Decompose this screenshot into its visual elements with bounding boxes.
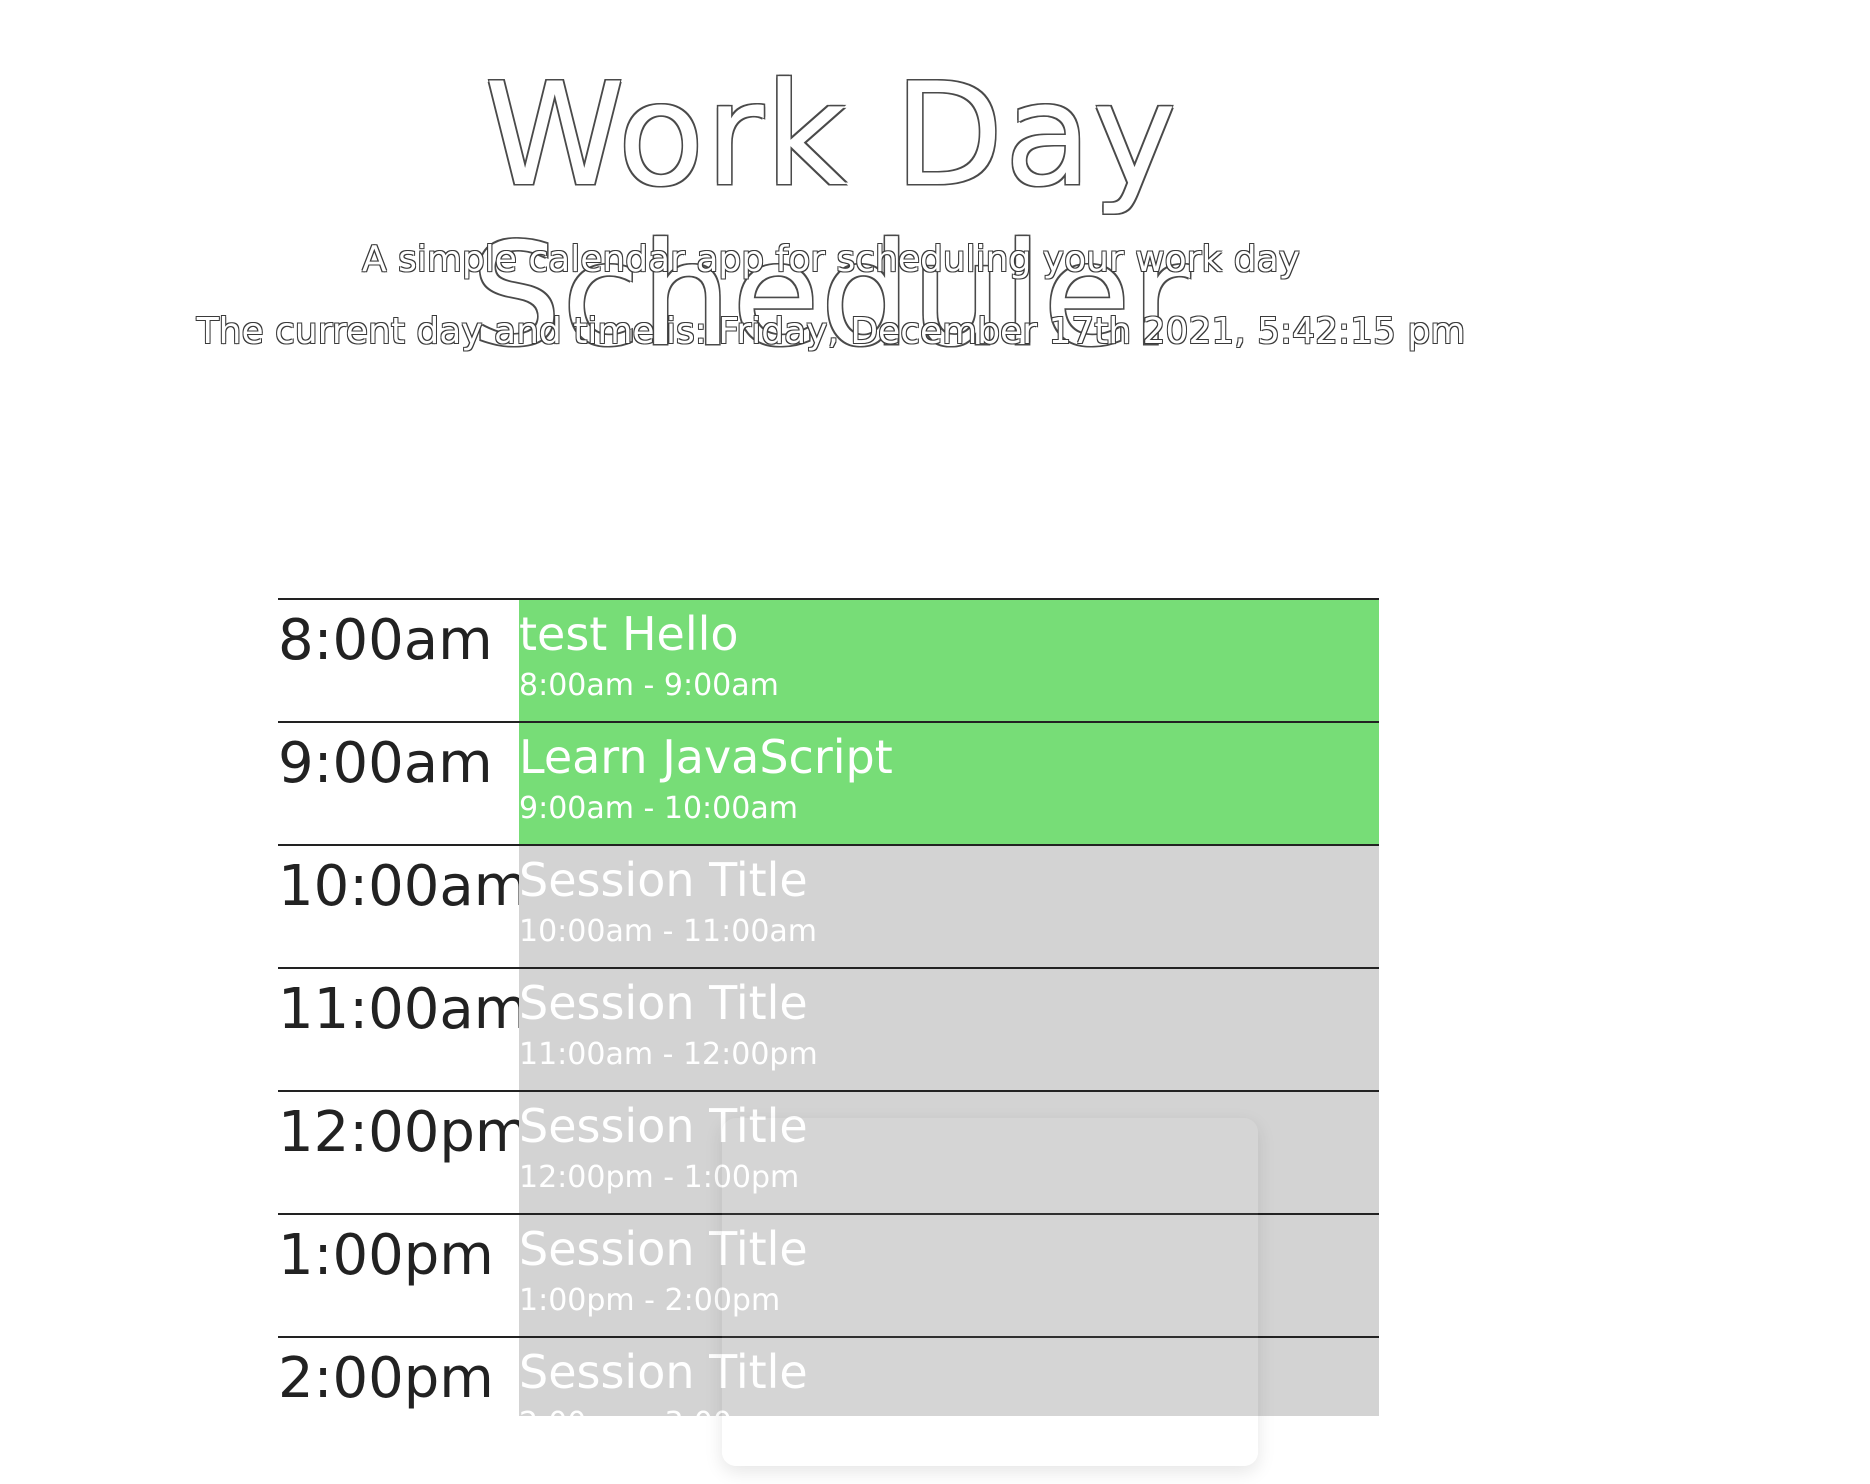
session-time-range: 9:00am - 10:00am [519, 791, 798, 826]
time-block-row: 11:00am Session Title 11:00am - 12:00pm [278, 967, 1379, 1090]
hour-label: 2:00pm [278, 1346, 494, 1411]
overlay-card-footer [722, 1416, 1258, 1466]
hour-label: 11:00am [278, 977, 529, 1042]
time-block-row: 9:00am Learn JavaScript 9:00am - 10:00am [278, 721, 1379, 844]
session-title[interactable]: Session Title [519, 850, 1379, 910]
session-slot[interactable]: Learn JavaScript 9:00am - 10:00am [519, 723, 1379, 844]
hour-label: 12:00pm [278, 1100, 530, 1165]
session-time-range: 8:00am - 9:00am [519, 668, 779, 703]
hour-label: 10:00am [278, 854, 529, 919]
hour-label: 1:00pm [278, 1223, 494, 1288]
session-title[interactable]: Session Title [519, 973, 1379, 1033]
hour-label: 8:00am [278, 608, 493, 673]
time-block-row: 10:00am Session Title 10:00am - 11:00am [278, 844, 1379, 967]
time-block-row: 8:00am test Hello 8:00am - 9:00am [278, 598, 1379, 721]
page: Work Day Scheduler A simple calendar app… [0, 0, 1870, 1484]
session-slot[interactable]: Session Title 11:00am - 12:00pm [519, 969, 1379, 1090]
session-title[interactable]: test Hello [519, 604, 1379, 664]
page-subtitle: A simple calendar app for scheduling you… [362, 239, 1300, 280]
session-slot[interactable]: test Hello 8:00am - 9:00am [519, 600, 1379, 721]
current-day-text: The current day and time is: Friday, Dec… [196, 311, 1466, 352]
session-time-range: 11:00am - 12:00pm [519, 1037, 818, 1072]
session-slot[interactable]: Session Title 10:00am - 11:00am [519, 846, 1379, 967]
overlay-card [722, 1118, 1258, 1466]
hour-label: 9:00am [278, 731, 493, 796]
session-title[interactable]: Learn JavaScript [519, 727, 1379, 787]
session-time-range: 10:00am - 11:00am [519, 914, 818, 949]
